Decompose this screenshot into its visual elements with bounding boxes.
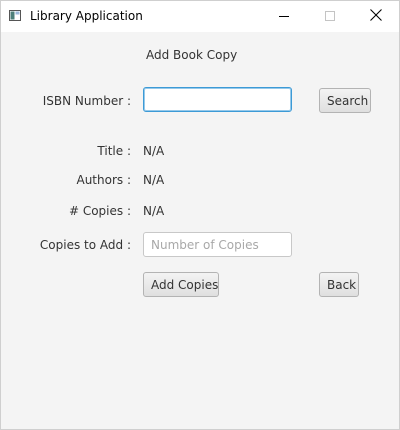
copies-count-value: N/A <box>143 204 165 218</box>
back-button[interactable]: Back <box>319 272 359 297</box>
isbn-label: ISBN Number : <box>42 94 131 108</box>
maximize-button[interactable] <box>307 1 353 32</box>
title-label: Title : <box>97 144 131 158</box>
app-window-icon <box>9 10 21 21</box>
search-button[interactable]: Search <box>319 88 371 113</box>
copies-to-add-input[interactable] <box>143 232 292 257</box>
minimize-icon <box>279 10 289 24</box>
authors-value: N/A <box>143 173 165 187</box>
authors-label: Authors : <box>76 173 131 187</box>
form-heading: Add Book Copy <box>146 48 238 62</box>
minimize-button[interactable] <box>261 1 307 32</box>
copies-count-label: # Copies : <box>68 204 131 218</box>
isbn-input[interactable] <box>143 87 292 112</box>
close-button[interactable] <box>353 1 399 32</box>
window-title: Library Application <box>30 9 143 23</box>
copies-to-add-label: Copies to Add : <box>39 238 131 252</box>
app-window: Library Application Add Book Copy ISBN N… <box>0 0 400 430</box>
title-value: N/A <box>143 144 165 158</box>
maximize-icon <box>325 10 335 24</box>
close-icon <box>370 9 382 24</box>
add-copies-button[interactable]: Add Copies <box>143 272 219 297</box>
form-panel: Add Book Copy ISBN Number : Search Title… <box>1 32 399 429</box>
title-bar[interactable]: Library Application <box>1 1 399 32</box>
